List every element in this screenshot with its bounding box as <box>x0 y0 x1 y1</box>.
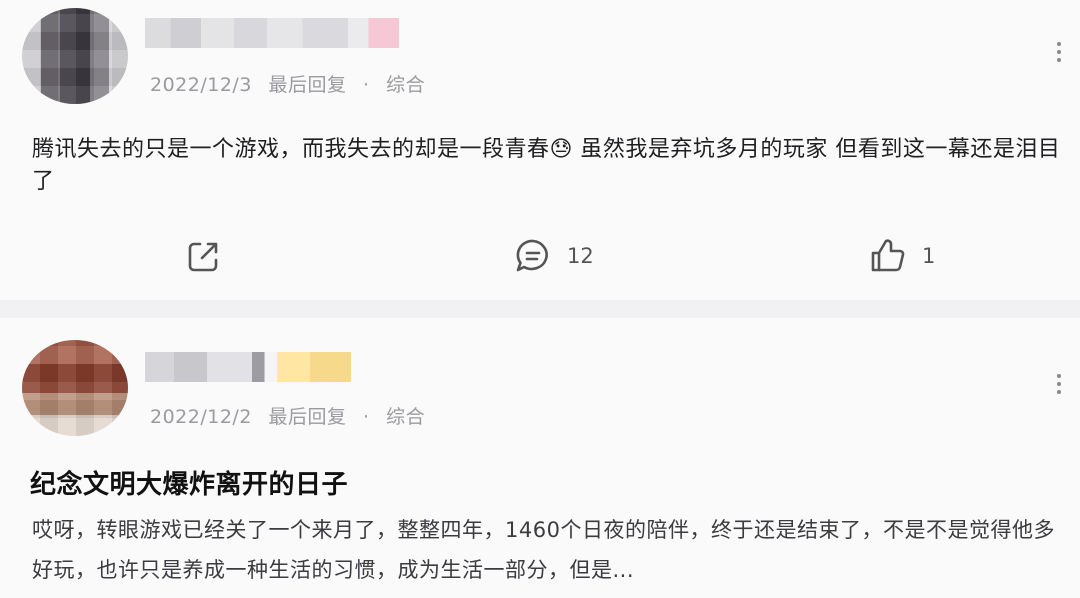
post-divider <box>0 300 1080 318</box>
avatar[interactable] <box>22 340 128 436</box>
post-category[interactable]: 综合 <box>386 74 425 96</box>
post-category[interactable]: 综合 <box>386 406 425 428</box>
meta-separator: · <box>363 74 370 96</box>
post-meta: 2022/12/2 最后回复 · 综合 <box>150 402 425 429</box>
post-date: 2022/12/3 <box>150 74 252 96</box>
post-card[interactable]: 2022/12/3 最后回复 · 综合 腾讯失去的只是一个游戏，而我失去的却是一… <box>0 0 1080 300</box>
avatar[interactable] <box>22 8 128 104</box>
post-card[interactable]: 2022/12/2 最后回复 · 综合 纪念文明大爆炸离开的日子 哎呀，转眼游戏… <box>0 318 1080 598</box>
share-button[interactable] <box>184 236 224 276</box>
comment-count: 12 <box>567 244 594 268</box>
watermark-logo <box>828 504 1068 594</box>
last-reply-label: 最后回复 <box>268 74 347 96</box>
more-options-icon[interactable] <box>1056 42 1062 66</box>
thumbs-up-icon <box>871 239 905 272</box>
post-actions: 12 1 <box>0 236 1080 276</box>
post-date: 2022/12/2 <box>150 406 252 428</box>
post-title[interactable]: 纪念文明大爆炸离开的日子 <box>30 464 348 501</box>
post-body: 腾讯失去的只是一个游戏，而我失去的却是一段青春😓 虽然我是弃坑多月的玩家 但看到… <box>32 137 1061 194</box>
post-meta: 2022/12/3 最后回复 · 综合 <box>150 70 425 97</box>
share-icon <box>188 242 218 272</box>
meta-separator: · <box>363 406 370 428</box>
like-button[interactable]: 1 <box>868 236 935 276</box>
comment-button[interactable]: 12 <box>513 236 594 276</box>
more-options-icon[interactable] <box>1056 374 1062 398</box>
username-blurred[interactable] <box>145 18 399 48</box>
username-blurred[interactable] <box>145 352 351 382</box>
comment-icon <box>516 239 548 272</box>
last-reply-label: 最后回复 <box>268 406 347 428</box>
like-count: 1 <box>922 244 936 268</box>
